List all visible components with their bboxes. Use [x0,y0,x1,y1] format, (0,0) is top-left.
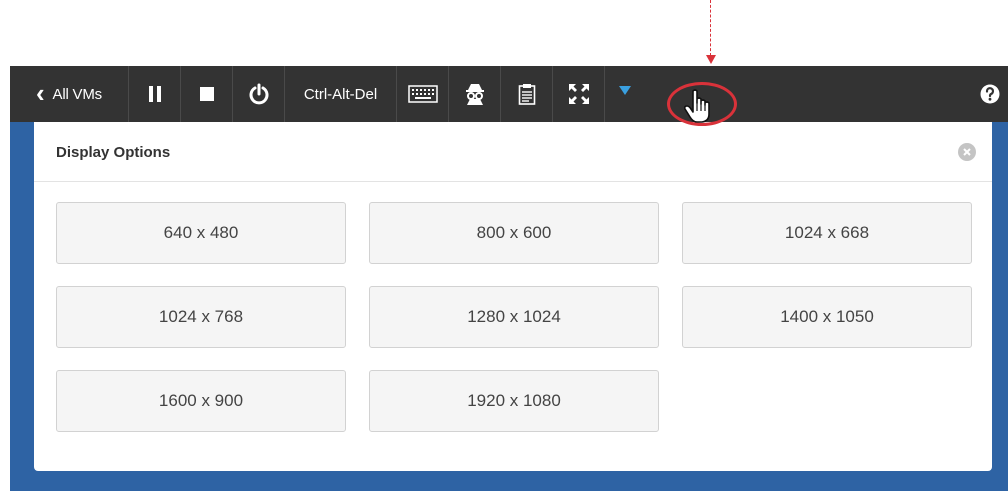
resolution-button-1024x668[interactable]: 1024 x 668 [682,202,972,264]
resolution-button-1400x1050[interactable]: 1400 x 1050 [682,286,972,348]
dialog-close-button[interactable] [958,143,976,161]
resolution-button-1280x1024[interactable]: 1280 x 1024 [369,286,659,348]
dialog-header: Display Options [34,122,992,182]
vm-toolbar: ‹ All VMs Ctrl-Alt-Del [10,66,1008,122]
dialog-title: Display Options [56,144,171,161]
fullscreen-icon [568,84,589,104]
back-to-all-vms-button[interactable]: ‹ All VMs [10,66,129,122]
resolution-button-1024x768[interactable]: 1024 x 768 [56,286,346,348]
resolution-button-640x480[interactable]: 640 x 480 [56,202,346,264]
pause-button[interactable] [129,66,181,122]
clipboard-button[interactable] [501,66,553,122]
pause-icon [148,86,161,102]
help-button[interactable] [972,66,1008,122]
hand-cursor-icon [683,89,710,123]
keyboard-button[interactable] [397,66,449,122]
fullscreen-button[interactable] [553,66,605,122]
resolution-button-800x600[interactable]: 800 x 600 [369,202,659,264]
chevron-left-icon: ‹ [36,78,45,108]
keyboard-icon [407,85,438,103]
dropdown-triangle-icon [619,86,631,95]
back-label: All VMs [52,85,103,103]
close-icon [963,148,971,156]
display-options-dialog: Display Options 640 x 480 800 x 600 1024… [34,122,992,471]
resolution-button-1600x900[interactable]: 1600 x 900 [56,370,346,432]
stop-button[interactable] [181,66,233,122]
spy-button[interactable] [449,66,501,122]
clipboard-icon [518,84,535,105]
resolution-button-1920x1080[interactable]: 1920 x 1080 [369,370,659,432]
spy-icon [465,84,484,105]
annotation-arrow [706,0,716,66]
ctrl-alt-del-label: Ctrl-Alt-Del [303,85,378,103]
power-icon [249,83,268,105]
display-options-dropdown-button[interactable] [605,66,657,122]
help-icon [980,84,1000,104]
stop-icon [199,87,214,101]
power-button[interactable] [233,66,285,122]
ctrl-alt-del-button[interactable]: Ctrl-Alt-Del [285,66,397,122]
